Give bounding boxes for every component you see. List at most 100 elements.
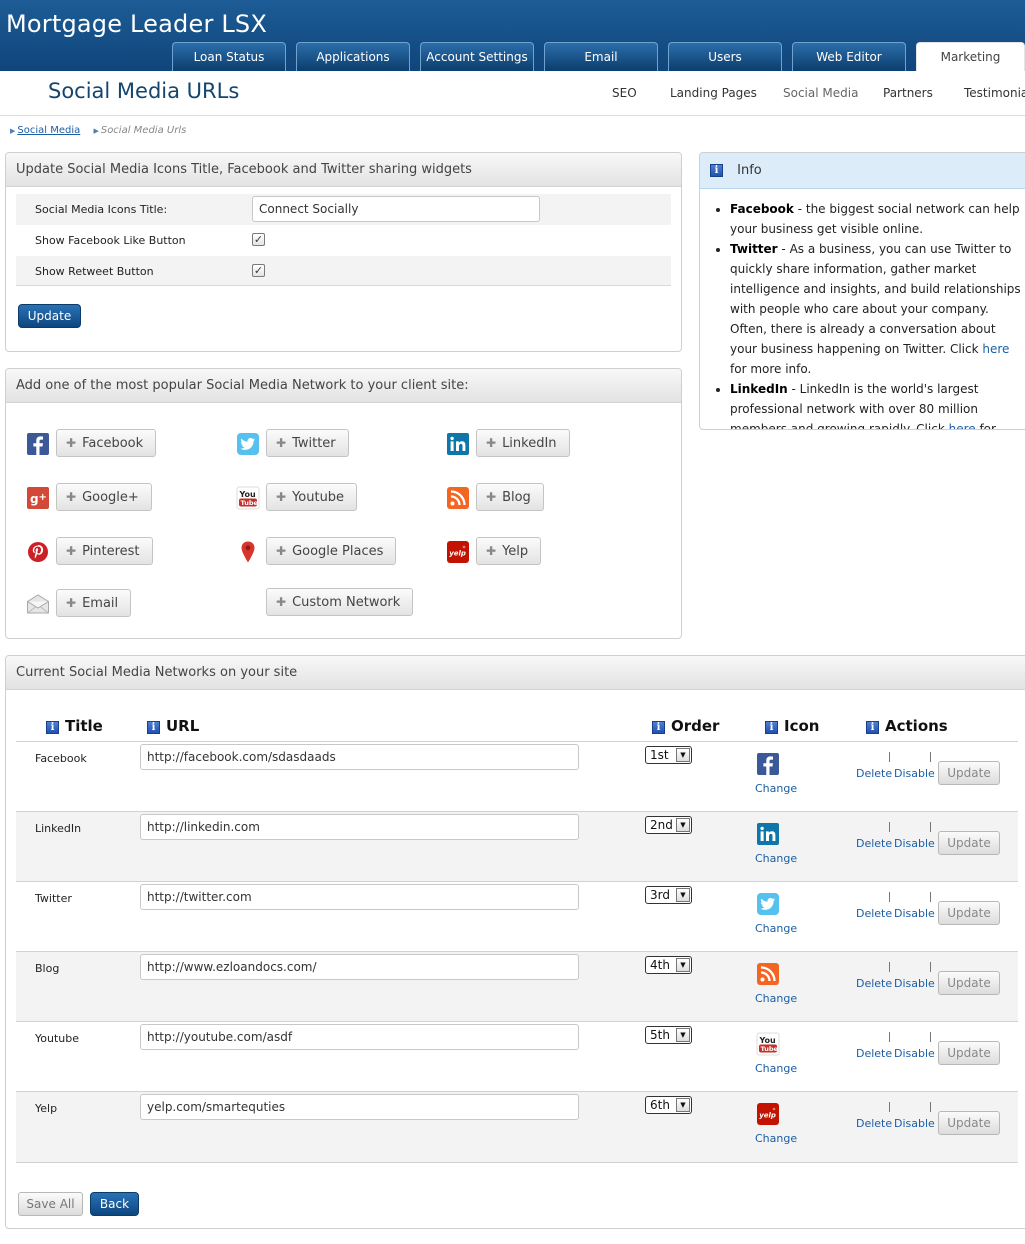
row-url-input[interactable] bbox=[140, 744, 579, 770]
add-twitter-button[interactable]: ✚ Twitter bbox=[266, 429, 349, 457]
row-change-link[interactable]: Change bbox=[755, 992, 797, 1005]
row-order-select[interactable]: 4th ▼ bbox=[645, 956, 692, 974]
info-icon: i bbox=[46, 721, 59, 734]
info-icon: i bbox=[652, 721, 665, 734]
subnav-landing-pages[interactable]: Landing Pages bbox=[670, 86, 757, 100]
facebook-like-checkbox[interactable]: ✓ bbox=[252, 233, 265, 246]
add-pinterest-button[interactable]: ✚ Pinterest bbox=[56, 537, 153, 565]
add-yelp-button[interactable]: ✚ Yelp bbox=[476, 537, 542, 565]
column-header-url[interactable]: i URL bbox=[147, 717, 199, 735]
row-disable-link[interactable]: Disable bbox=[894, 767, 935, 780]
row-delete-link[interactable]: Delete bbox=[856, 1047, 892, 1060]
add-custom-network-button[interactable]: ✚ Custom Network bbox=[266, 588, 414, 616]
yelp-icon bbox=[446, 540, 470, 564]
row-order-value: 2nd bbox=[650, 818, 673, 832]
add-google-places-label: Google Places bbox=[292, 544, 384, 559]
breadcrumb-arrow-icon: ▶ bbox=[10, 127, 16, 135]
subnav-partners[interactable]: Partners bbox=[883, 86, 933, 100]
info-linkedin-link[interactable]: here bbox=[949, 422, 976, 429]
row-update-button[interactable]: Update bbox=[938, 971, 1000, 995]
row-url-input[interactable] bbox=[140, 884, 579, 910]
add-linkedin-button[interactable]: ✚ LinkedIn bbox=[476, 429, 570, 457]
info-item-facebook: Facebook - the biggest social network ca… bbox=[730, 199, 1025, 239]
add-google-places-button[interactable]: ✚ Google Places bbox=[266, 537, 397, 565]
row-url-input[interactable] bbox=[140, 1094, 579, 1120]
icons-title-label: Social Media Icons Title: bbox=[35, 203, 168, 216]
breadcrumb-link-social-media[interactable]: Social Media bbox=[17, 125, 80, 136]
tab-account-settings[interactable]: Account Settings bbox=[420, 42, 534, 71]
row-disable-link[interactable]: Disable bbox=[894, 907, 935, 920]
row-update-button[interactable]: Update bbox=[938, 1041, 1000, 1065]
row-delete-link[interactable]: Delete bbox=[856, 767, 892, 780]
app-title: Mortgage Leader LSX bbox=[6, 10, 268, 38]
row-delete-link[interactable]: Delete bbox=[856, 977, 892, 990]
tab-users[interactable]: Users bbox=[668, 42, 782, 71]
row-update-button[interactable]: Update bbox=[938, 761, 1000, 785]
icons-title-input[interactable] bbox=[252, 196, 540, 222]
add-youtube-button[interactable]: ✚ Youtube bbox=[266, 483, 358, 511]
plus-icon: ✚ bbox=[276, 490, 287, 504]
row-disable-link[interactable]: Disable bbox=[894, 1117, 935, 1130]
row-order-select[interactable]: 3rd ▼ bbox=[645, 886, 692, 904]
row-change-link[interactable]: Change bbox=[755, 1132, 797, 1145]
twitter-icon bbox=[236, 432, 260, 456]
row-delete-link[interactable]: Delete bbox=[856, 1117, 892, 1130]
add-facebook-button[interactable]: ✚ Facebook bbox=[56, 429, 157, 457]
retweet-checkbox[interactable]: ✓ bbox=[252, 264, 265, 277]
row-order-select[interactable]: 5th ▼ bbox=[645, 1026, 692, 1044]
table-row: LinkedIn 2nd▼ Change Delete Disable Upda… bbox=[16, 811, 1018, 881]
row-delete-link[interactable]: Delete bbox=[856, 907, 892, 920]
row-disable-link[interactable]: Disable bbox=[894, 977, 935, 990]
add-email-button[interactable]: ✚ Email bbox=[56, 589, 132, 617]
row-change-link[interactable]: Change bbox=[755, 782, 797, 795]
row-url-input[interactable] bbox=[140, 954, 579, 980]
subnav-social-media[interactable]: Social Media bbox=[783, 86, 858, 100]
divider bbox=[930, 1032, 931, 1042]
row-disable-link[interactable]: Disable bbox=[894, 837, 935, 850]
breadcrumb-arrow-icon: ▶ bbox=[93, 127, 99, 135]
row-change-link[interactable]: Change bbox=[755, 852, 797, 865]
row-order-select[interactable]: 6th ▼ bbox=[645, 1096, 692, 1114]
column-header-title[interactable]: i Title bbox=[46, 717, 103, 735]
row-disable-link[interactable]: Disable bbox=[894, 1047, 935, 1060]
row-url-input[interactable] bbox=[140, 814, 579, 840]
row-update-button[interactable]: Update bbox=[938, 901, 1000, 925]
add-blog-button[interactable]: ✚ Blog bbox=[476, 483, 544, 511]
subnav-seo[interactable]: SEO bbox=[612, 86, 637, 100]
settings-update-button[interactable]: Update bbox=[18, 304, 81, 328]
tab-marketing[interactable]: Marketing bbox=[916, 42, 1025, 71]
back-button[interactable]: Back bbox=[90, 1192, 139, 1216]
row-order-value: 1st bbox=[650, 748, 669, 762]
plus-icon: ✚ bbox=[486, 490, 497, 504]
column-header-order[interactable]: i Order bbox=[652, 717, 719, 735]
column-header-actions[interactable]: i Actions bbox=[866, 717, 948, 735]
rss-icon bbox=[446, 486, 470, 510]
add-googleplus-button[interactable]: ✚ Google+ bbox=[56, 483, 152, 511]
row-url-input[interactable] bbox=[140, 1024, 579, 1050]
row-change-link[interactable]: Change bbox=[755, 922, 797, 935]
table-row: Facebook 1st ▼ Change Delete Disable Upda… bbox=[16, 741, 1018, 811]
tab-loan-status[interactable]: Loan Status bbox=[172, 42, 286, 71]
row-order-select[interactable]: 2nd ▼ bbox=[645, 816, 692, 834]
settings-panel-title: Update Social Media Icons Title, Faceboo… bbox=[6, 153, 681, 187]
row-title: Twitter bbox=[35, 892, 72, 905]
column-header-icon[interactable]: i Icon bbox=[765, 717, 819, 735]
row-order-select[interactable]: 1st ▼ bbox=[645, 746, 692, 764]
row-update-button[interactable]: Update bbox=[938, 1111, 1000, 1135]
page-title: Social Media URLs bbox=[48, 79, 240, 103]
row-update-button[interactable]: Update bbox=[938, 831, 1000, 855]
info-icon: i bbox=[866, 721, 879, 734]
divider bbox=[889, 752, 890, 762]
info-twitter-link[interactable]: here bbox=[982, 342, 1009, 356]
tab-email[interactable]: Email bbox=[544, 42, 658, 71]
retweet-label: Show Retweet Button bbox=[35, 265, 154, 278]
row-change-link[interactable]: Change bbox=[755, 1062, 797, 1075]
row-delete-link[interactable]: Delete bbox=[856, 837, 892, 850]
tab-web-editor[interactable]: Web Editor bbox=[792, 42, 906, 71]
add-youtube-label: Youtube bbox=[292, 490, 345, 505]
subnav-testimonial[interactable]: Testimonial bbox=[964, 86, 1025, 100]
linkedin-icon bbox=[446, 432, 470, 456]
save-all-button[interactable]: Save All bbox=[18, 1192, 83, 1216]
facebook-like-row: Show Facebook Like Button ✓ bbox=[16, 225, 671, 256]
tab-applications[interactable]: Applications bbox=[296, 42, 410, 71]
